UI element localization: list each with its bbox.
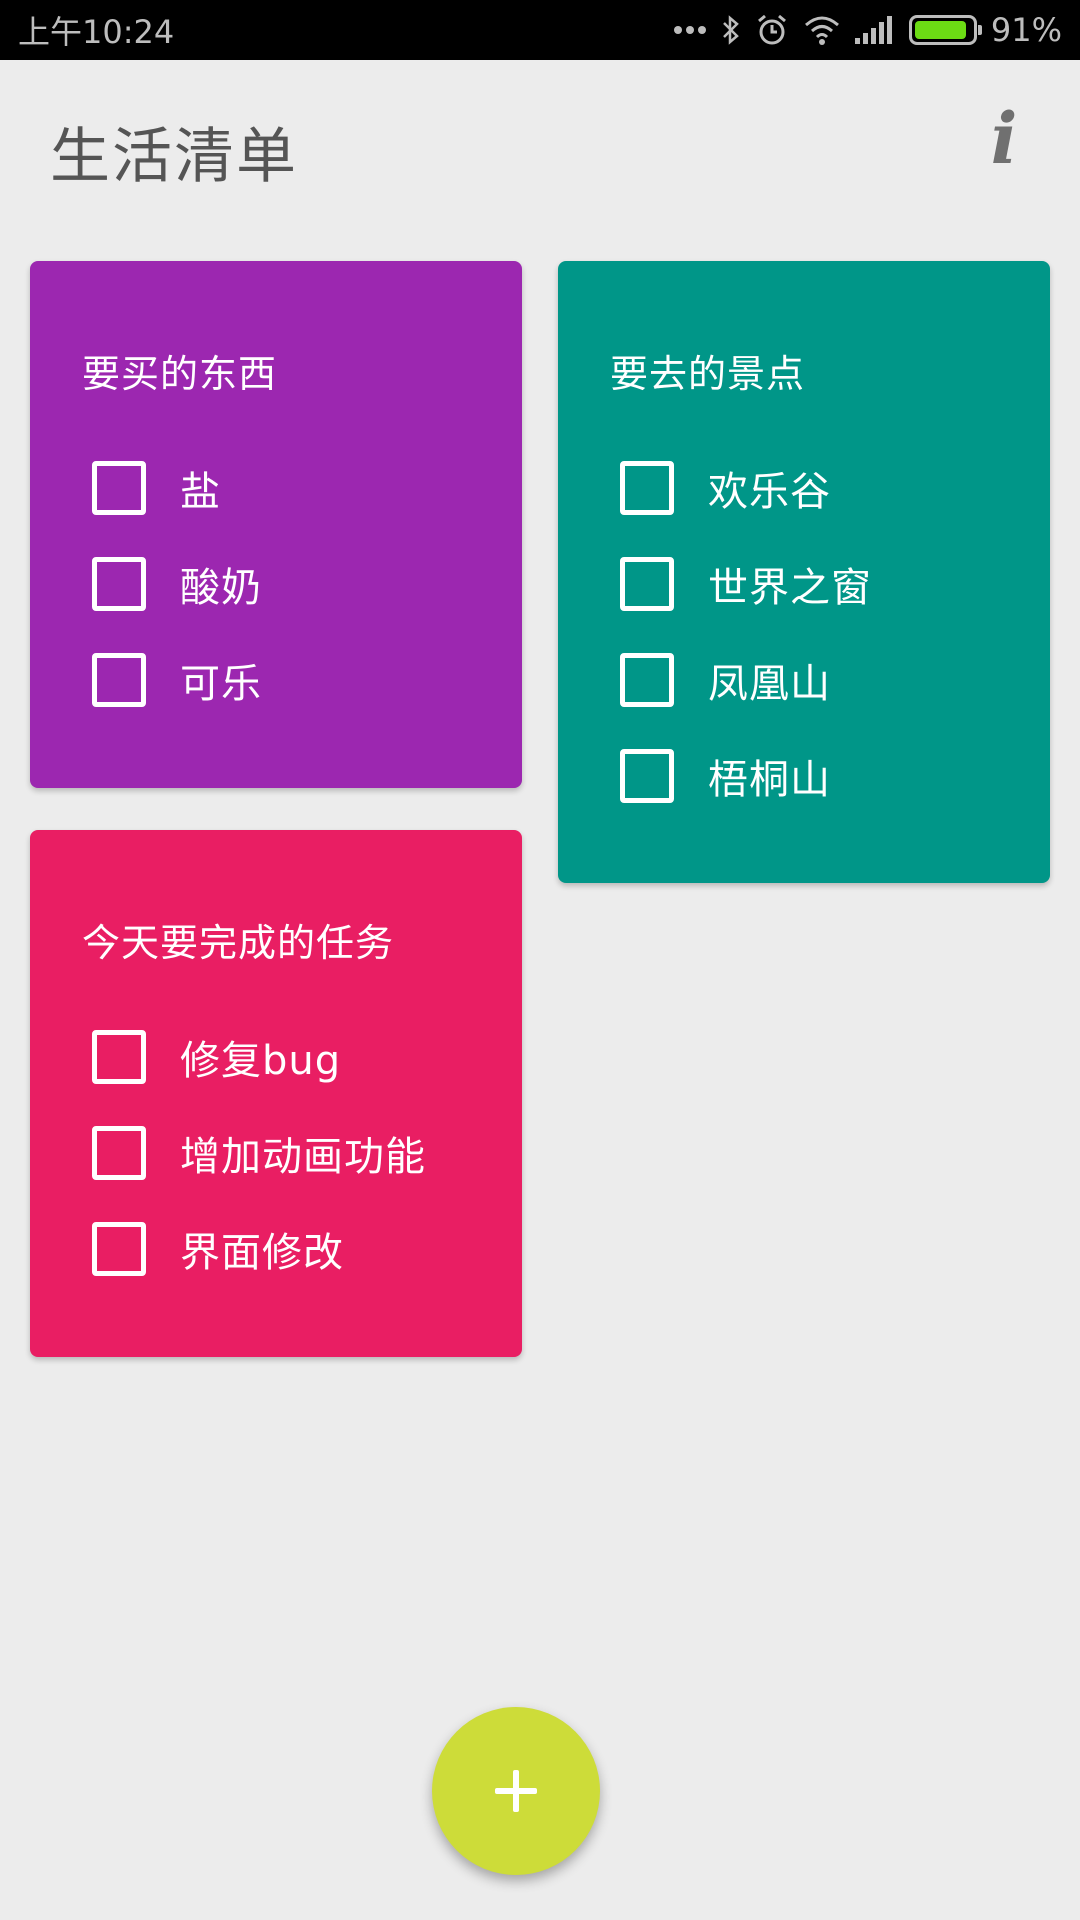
item-label: 酸奶 <box>180 565 262 611</box>
item-label: 世界之窗 <box>708 565 872 611</box>
status-time: 上午10:24 <box>18 13 175 51</box>
checkbox[interactable] <box>92 653 146 707</box>
plus-icon <box>495 1770 537 1812</box>
list-card-tasks[interactable]: 今天要完成的任务 修复bug 增加动画功能 界面修改 <box>30 830 522 1357</box>
item-label: 盐 <box>180 469 221 515</box>
card-items: 盐 酸奶 可乐 <box>42 440 522 728</box>
card-items: 欢乐谷 世界之窗 凤凰山 梧桐山 <box>570 440 1050 824</box>
checkbox[interactable] <box>92 557 146 611</box>
checkbox[interactable] <box>620 653 674 707</box>
bluetooth-icon <box>721 14 741 46</box>
page-title: 生活清单 <box>50 122 298 192</box>
checkbox[interactable] <box>620 557 674 611</box>
signal-icon <box>854 16 895 44</box>
item-label: 修复bug <box>180 1038 342 1084</box>
battery-level <box>914 21 966 39</box>
battery-icon <box>908 15 982 45</box>
list-item[interactable]: 界面修改 <box>42 1201 522 1297</box>
add-list-button[interactable] <box>432 1707 600 1875</box>
checkbox[interactable] <box>92 461 146 515</box>
list-item[interactable]: 盐 <box>42 440 522 536</box>
item-label: 梧桐山 <box>708 757 831 803</box>
checkbox[interactable] <box>620 461 674 515</box>
list-item[interactable]: 凤凰山 <box>570 632 1050 728</box>
battery-percent: 91% <box>990 11 1062 49</box>
checkbox[interactable] <box>620 749 674 803</box>
status-bar: 上午10:24 91% <box>0 0 1080 60</box>
info-button[interactable]: i <box>974 97 1034 180</box>
item-label: 增加动画功能 <box>180 1134 426 1180</box>
list-item[interactable]: 修复bug <box>42 1009 522 1105</box>
item-label: 可乐 <box>180 661 262 707</box>
list-card-shopping[interactable]: 要买的东西 盐 酸奶 可乐 <box>30 261 522 788</box>
card-title: 今天要完成的任务 <box>82 921 395 965</box>
app-header: 生活清单 i <box>0 60 1080 230</box>
card-title: 要买的东西 <box>82 352 278 396</box>
checkbox[interactable] <box>92 1222 146 1276</box>
status-icons: 91% <box>673 11 1062 49</box>
checkbox[interactable] <box>92 1030 146 1084</box>
more-dots-icon <box>673 24 707 36</box>
wifi-icon <box>803 15 841 45</box>
list-item[interactable]: 世界之窗 <box>570 536 1050 632</box>
card-title: 要去的景点 <box>610 352 806 396</box>
alarm-icon <box>755 13 789 47</box>
item-label: 界面修改 <box>180 1230 344 1276</box>
item-label: 欢乐谷 <box>708 469 831 515</box>
list-item[interactable]: 梧桐山 <box>570 728 1050 824</box>
card-items: 修复bug 增加动画功能 界面修改 <box>42 1009 522 1297</box>
checkbox[interactable] <box>92 1126 146 1180</box>
list-item[interactable]: 欢乐谷 <box>570 440 1050 536</box>
list-item[interactable]: 酸奶 <box>42 536 522 632</box>
list-item[interactable]: 增加动画功能 <box>42 1105 522 1201</box>
list-item[interactable]: 可乐 <box>42 632 522 728</box>
list-card-sights[interactable]: 要去的景点 欢乐谷 世界之窗 凤凰山 梧桐山 <box>558 261 1050 883</box>
item-label: 凤凰山 <box>708 661 831 707</box>
